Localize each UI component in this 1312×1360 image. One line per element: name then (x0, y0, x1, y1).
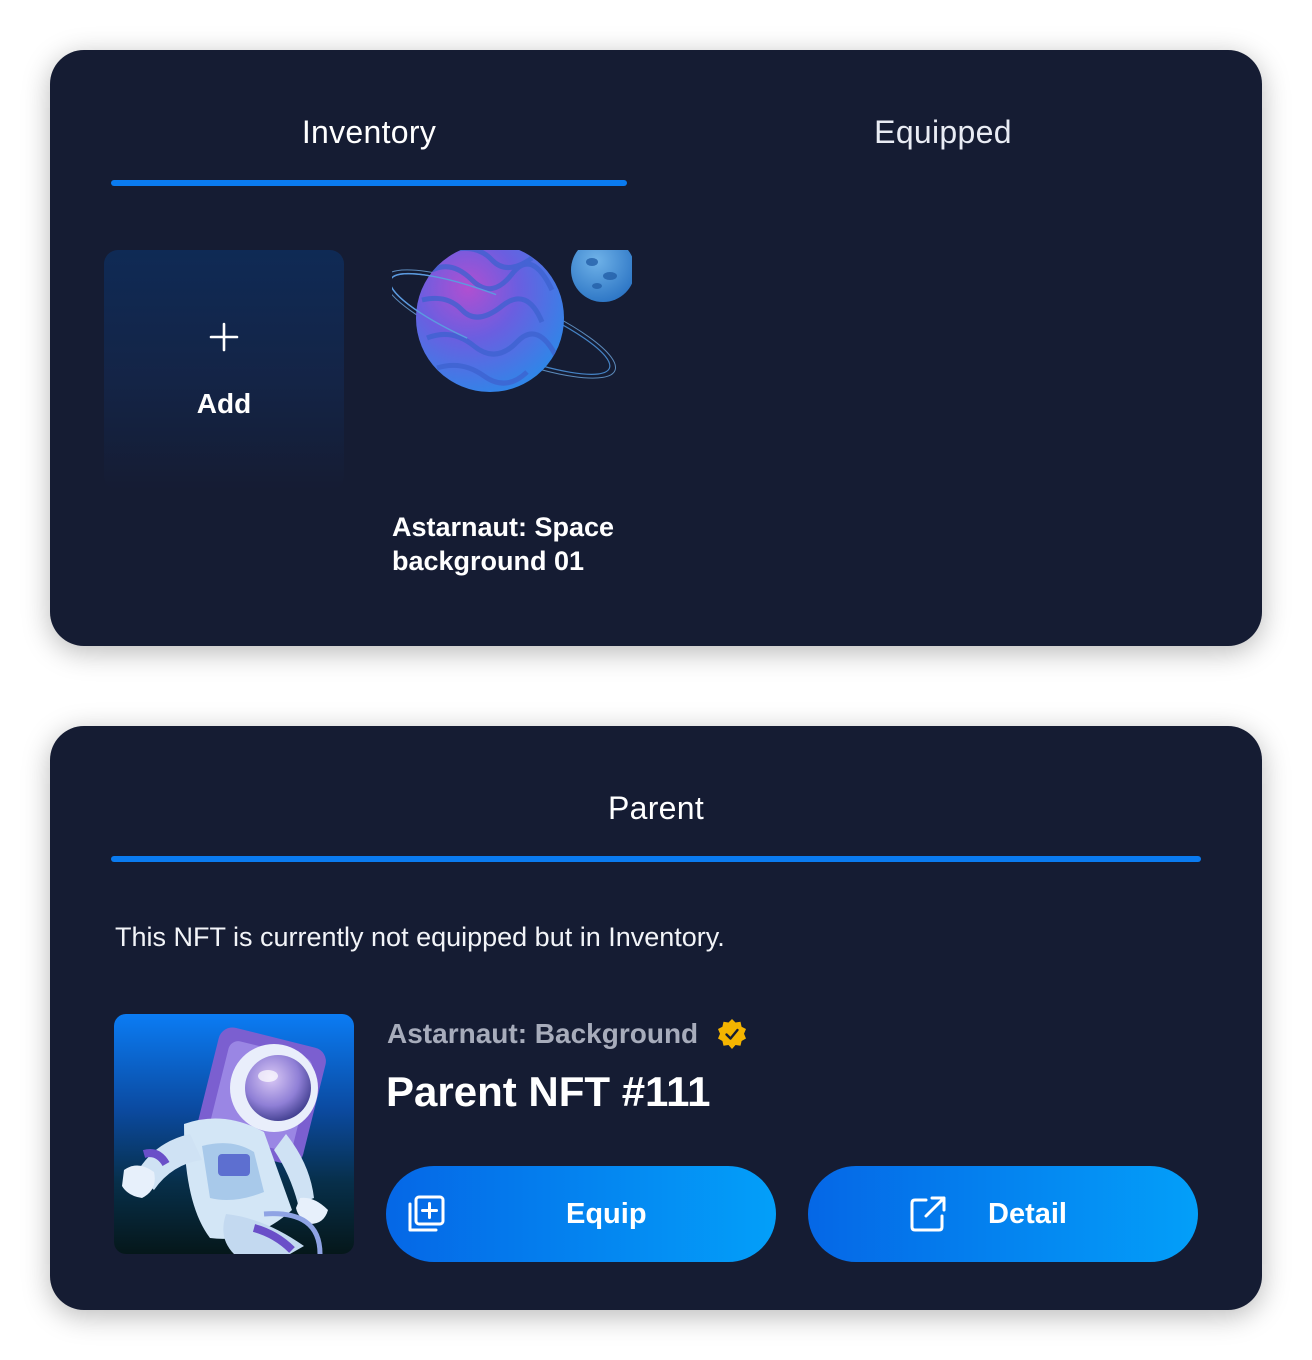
plus-icon (104, 322, 344, 370)
tab-parent[interactable]: Parent (50, 790, 1262, 827)
collection-name[interactable]: Astarnaut: Background (387, 1018, 698, 1050)
active-tab-indicator (111, 180, 627, 186)
equip-status-text: This NFT is currently not equipped but i… (115, 922, 725, 952)
astronaut-art[interactable] (114, 1014, 354, 1254)
inventory-item-card[interactable]: Astarnaut: Space background 01 (392, 250, 632, 578)
parent-panel: Parent This NFT is currently not equippe… (50, 726, 1262, 1310)
equip-button[interactable]: Equip (386, 1166, 776, 1262)
planet-space-art (392, 250, 632, 490)
tab-equipped[interactable]: Equipped (686, 114, 1200, 151)
add-to-collection-icon (406, 1194, 446, 1234)
verified-badge-icon (716, 1018, 748, 1050)
item-title: Astarnaut: Space background 01 (392, 512, 615, 576)
add-item-button[interactable]: Add (104, 250, 344, 490)
active-tab-indicator (111, 856, 1201, 862)
detail-label: Detail (988, 1198, 1067, 1230)
nft-name: Parent NFT #111 (386, 1068, 711, 1115)
detail-button[interactable]: Detail (808, 1166, 1198, 1262)
add-label: Add (196, 388, 252, 419)
tab-inventory[interactable]: Inventory (111, 114, 627, 151)
equip-label: Equip (566, 1198, 647, 1230)
collection-row: Astarnaut: Background (387, 1016, 748, 1052)
inventory-panel: Inventory Equipped Add Astarnaut: Space … (50, 50, 1262, 646)
external-link-icon (908, 1194, 948, 1234)
